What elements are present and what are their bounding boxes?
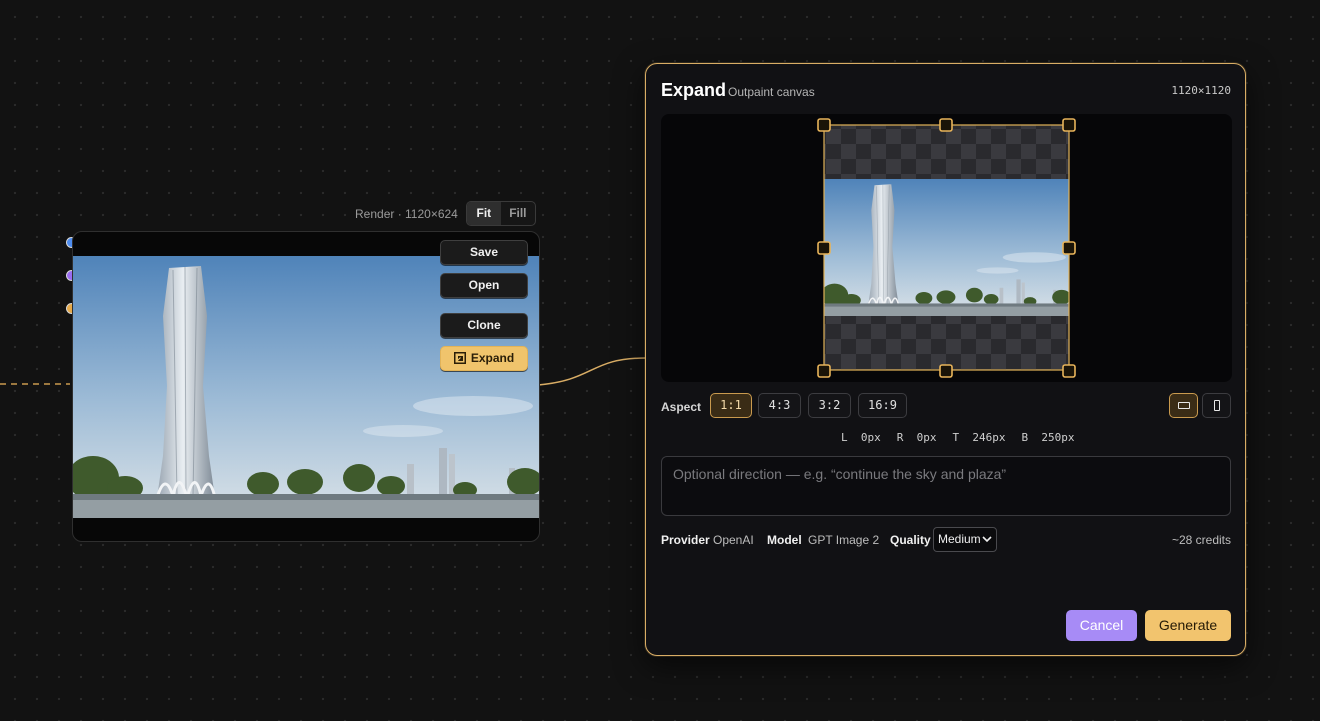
aspect-3-2-button[interactable]: 3:2 xyxy=(808,393,851,418)
model-value: GPT Image 2 xyxy=(808,533,880,547)
handle-top-right xyxy=(1062,118,1076,132)
handle-bottom-left xyxy=(817,364,831,378)
panel-subtitle: Outpaint canvas xyxy=(728,85,815,99)
expand-button[interactable]: Expand xyxy=(440,346,528,371)
quality-select[interactable]: Medium xyxy=(933,527,997,552)
padding-bottom: B 250px xyxy=(1021,431,1075,444)
provider-label: Provider xyxy=(661,533,710,547)
model-label: Model xyxy=(767,533,802,547)
fit-mode-button[interactable]: Fit xyxy=(466,202,501,225)
landscape-orientation-button[interactable] xyxy=(1169,393,1198,418)
handle-right xyxy=(1062,241,1076,255)
generate-button[interactable]: Generate xyxy=(1145,610,1231,641)
portrait-orientation-button[interactable] xyxy=(1202,393,1231,418)
render-to-expand-wire xyxy=(537,357,647,386)
fill-mode-button[interactable]: Fill xyxy=(501,202,535,225)
generation-settings-row: Provider OpenAI Model GPT Image 2 Qualit… xyxy=(661,527,1231,552)
quality-label: Quality xyxy=(890,533,931,547)
aspect-1-1-button[interactable]: 1:1 xyxy=(710,393,752,418)
expand-button-label: Expand xyxy=(470,351,515,365)
handle-top-left xyxy=(817,118,831,132)
cancel-button[interactable]: Cancel xyxy=(1066,610,1137,641)
direction-input[interactable] xyxy=(661,456,1231,516)
expand-icon xyxy=(453,352,466,364)
panel-title: Expand xyxy=(661,80,727,100)
landscape-icon xyxy=(1178,402,1190,409)
handle-bottom xyxy=(939,364,953,378)
aspect-4-3-button[interactable]: 4:3 xyxy=(758,393,801,418)
source-image-preview xyxy=(824,179,1069,316)
canvas-dimensions: 1120×1120 xyxy=(1171,84,1231,97)
render-node-header: Render · 1120×624 Fit Fill xyxy=(355,201,536,226)
padding-right: R 0px xyxy=(896,431,937,444)
padding-readout: L 0px R 0px T 246px B 250px xyxy=(841,431,1074,444)
handle-left xyxy=(817,241,831,255)
open-button[interactable]: Open xyxy=(440,273,528,298)
outpaint-canvas[interactable] xyxy=(661,114,1232,382)
expand-panel: Expand Outpaint canvas 1120×1120 Aspect … xyxy=(645,63,1246,656)
credits-estimate: ~28 credits xyxy=(1171,533,1231,547)
padding-left: L 0px xyxy=(841,431,881,444)
chevron-down-icon xyxy=(982,536,992,543)
provider-value: OpenAI xyxy=(713,533,754,547)
handle-top xyxy=(939,118,953,132)
outpaint-frame[interactable] xyxy=(661,114,1232,382)
clone-button[interactable]: Clone xyxy=(440,313,528,338)
handle-bottom-right xyxy=(1062,364,1076,378)
portrait-icon xyxy=(1214,400,1220,411)
aspect-16-9-button[interactable]: 16:9 xyxy=(858,393,907,418)
quality-value: Medium xyxy=(938,532,981,546)
view-mode-toggle[interactable]: Fit Fill xyxy=(465,201,536,226)
save-button[interactable]: Save xyxy=(440,240,528,265)
padding-top: T 246px xyxy=(952,431,1006,444)
render-caption: Render · 1120×624 xyxy=(355,206,458,221)
aspect-label: Aspect xyxy=(661,400,702,414)
